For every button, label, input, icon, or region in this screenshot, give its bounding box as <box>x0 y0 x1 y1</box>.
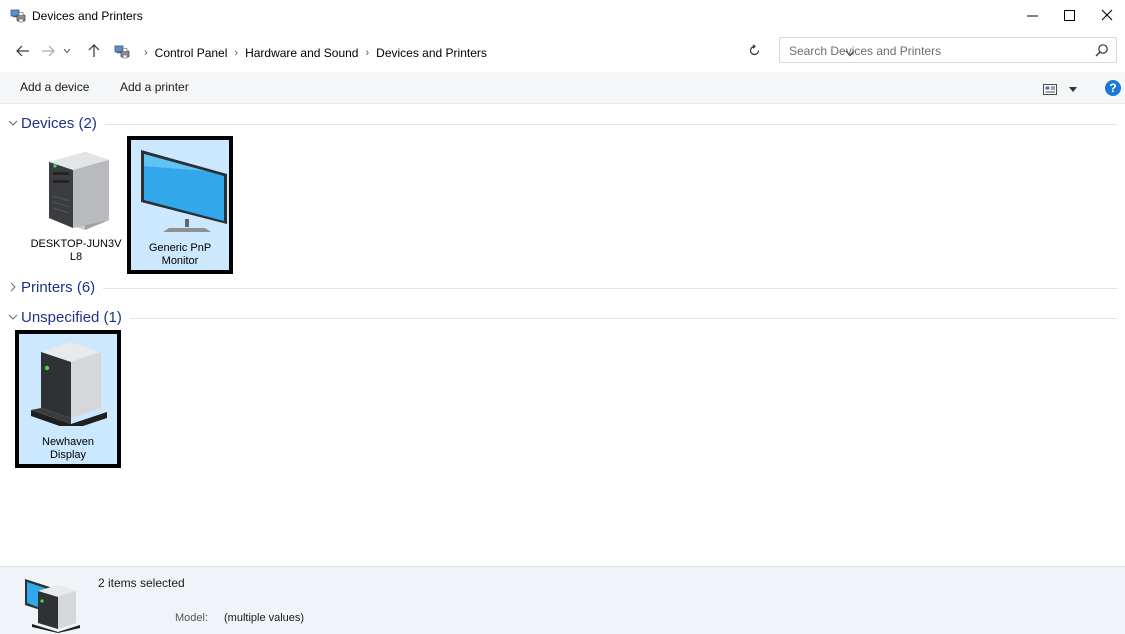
forward-arrow-icon <box>42 45 55 57</box>
device-label-line2: Monitor <box>161 255 199 267</box>
search-icon[interactable] <box>1095 43 1109 57</box>
group-header-printers[interactable]: Printers (6) <box>7 278 1117 296</box>
caret-down-icon <box>1069 86 1077 92</box>
device-label-line1: Generic PnP <box>148 242 212 254</box>
chevron-down-icon <box>7 314 19 320</box>
up-arrow-icon <box>88 44 100 57</box>
recent-locations-button[interactable] <box>59 36 75 66</box>
device-tile-newhaven-display[interactable]: Newhaven Display <box>15 330 121 468</box>
breadcrumb-separator: › <box>365 46 370 59</box>
device-tile-desktop[interactable]: DESKTOP-JUN3V L8 <box>23 140 129 270</box>
group-title: Printers (6) <box>21 278 96 296</box>
change-view-button[interactable] <box>1043 81 1079 97</box>
back-button[interactable] <box>12 36 34 66</box>
command-bar: Add a device Add a printer ? <box>0 72 1125 104</box>
maximize-button[interactable] <box>1051 0 1088 30</box>
control-panel-location-icon <box>114 45 130 59</box>
back-arrow-icon <box>16 45 29 57</box>
breadcrumb-separator: › <box>234 46 239 59</box>
group-divider <box>129 317 1117 319</box>
group-title: Devices (2) <box>21 114 97 132</box>
group-divider <box>103 287 1117 289</box>
forward-button[interactable] <box>37 36 59 66</box>
maximize-icon <box>1064 9 1075 21</box>
address-bar[interactable]: › Control Panel › Hardware and Sound › D… <box>110 38 855 66</box>
breadcrumb-devices-and-printers[interactable]: Devices and Printers <box>376 46 487 60</box>
multiple-devices-icon <box>22 575 82 633</box>
model-value: (multiple values) <box>224 612 305 624</box>
model-label: Model: <box>175 612 209 624</box>
chevron-down-icon <box>63 48 71 54</box>
generic-device-icon <box>31 342 107 426</box>
refresh-icon <box>749 43 759 55</box>
window-title: Devices and Printers <box>32 9 143 23</box>
search-input[interactable] <box>789 42 1089 59</box>
device-label-line1: Newhaven <box>42 436 94 448</box>
computer-tower-icon <box>49 152 109 230</box>
devices-printers-app-icon <box>10 8 26 24</box>
add-device-button[interactable]: Add a device <box>20 80 89 94</box>
group-divider <box>104 123 1117 125</box>
refresh-button[interactable] <box>743 36 765 64</box>
device-label-line1: DESKTOP-JUN3V <box>30 238 122 250</box>
chevron-down-icon <box>7 120 19 126</box>
minimize-icon <box>1027 15 1038 16</box>
minimize-button[interactable] <box>1014 0 1051 30</box>
close-icon <box>1101 9 1112 21</box>
device-label-line2: Display <box>49 449 87 461</box>
group-header-unspecified[interactable]: Unspecified (1) <box>7 308 1117 326</box>
breadcrumb-control-panel[interactable]: Control Panel <box>155 46 228 60</box>
add-printer-button[interactable]: Add a printer <box>120 80 189 94</box>
group-header-devices[interactable]: Devices (2) <box>7 114 1117 132</box>
details-pane: 2 items selected Model: (multiple values… <box>0 566 1125 634</box>
close-button[interactable] <box>1088 0 1125 30</box>
monitor-icon <box>141 150 227 232</box>
view-options-icon <box>1043 83 1057 95</box>
breadcrumb-separator: › <box>144 46 148 59</box>
selection-count: 2 items selected <box>98 576 185 590</box>
device-label-line2: L8 <box>69 251 83 263</box>
device-tile-generic-pnp-monitor[interactable]: Generic PnP Monitor <box>127 136 233 274</box>
breadcrumb-hardware-and-sound[interactable]: Hardware and Sound <box>245 46 358 60</box>
breadcrumb: › Control Panel › Hardware and Sound › D… <box>137 39 487 66</box>
up-button[interactable] <box>84 36 104 66</box>
window-controls <box>1014 0 1125 30</box>
help-button[interactable]: ? <box>1105 80 1121 96</box>
search-box <box>779 37 1117 63</box>
chevron-right-icon <box>7 282 19 292</box>
title-bar: Devices and Printers <box>0 0 1125 32</box>
group-title: Unspecified (1) <box>21 308 122 326</box>
